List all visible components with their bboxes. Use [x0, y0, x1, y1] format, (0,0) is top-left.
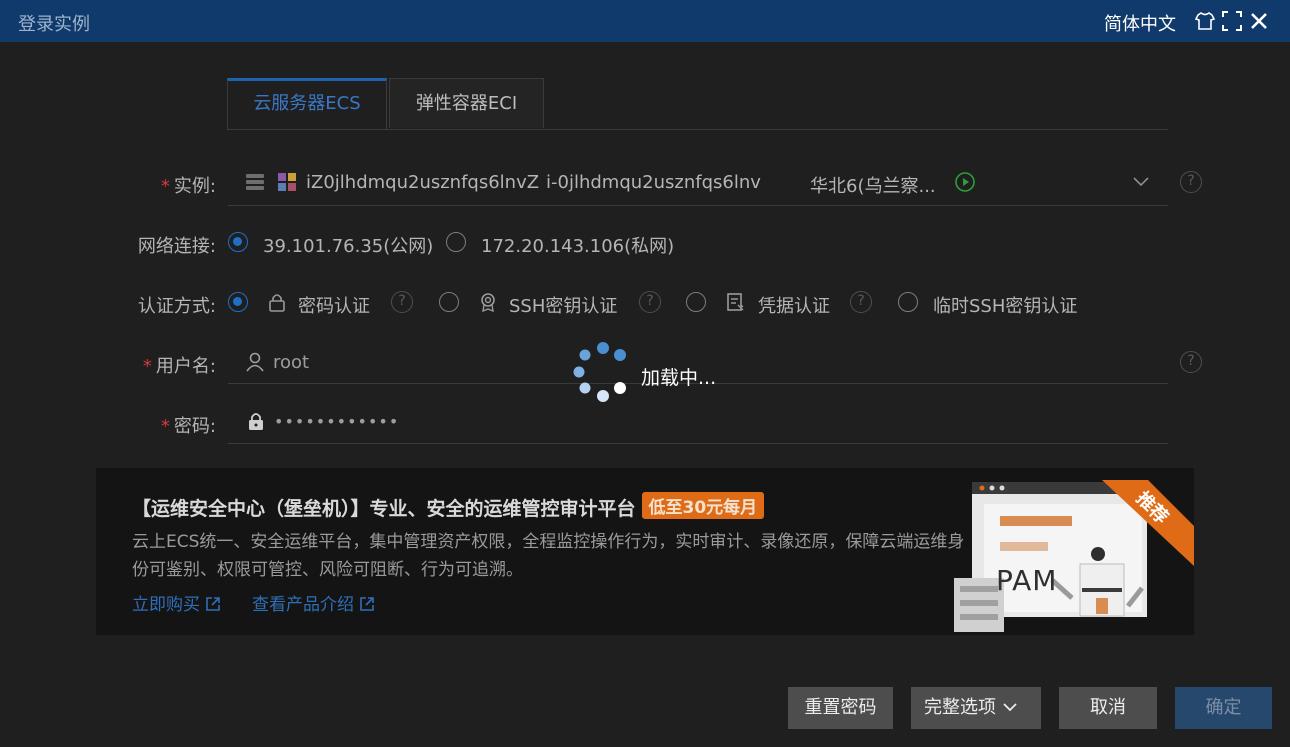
- network-label: 网络连接:: [137, 236, 216, 257]
- window-title: 登录实例: [18, 14, 90, 35]
- radio-password-auth[interactable]: [228, 292, 248, 312]
- os-logo-icon: [278, 173, 296, 191]
- radio-ssh-key-auth[interactable]: [439, 292, 459, 312]
- credential-auth-option[interactable]: 凭据认证: [758, 292, 830, 318]
- radio-temp-ssh-auth[interactable]: [898, 292, 918, 312]
- temp-ssh-auth-option[interactable]: 临时SSH密钥认证: [933, 292, 1077, 318]
- cancel-button[interactable]: 取消: [1059, 687, 1157, 729]
- bastion-promo-banner: 【运维安全中心（堡垒机）】专业、安全的运维管控审计平台 低至30元每月 云上ECS…: [96, 468, 1194, 635]
- price-tag: 低至30元每月: [641, 492, 765, 519]
- radio-public-network[interactable]: [228, 232, 248, 252]
- external-link-icon: [360, 597, 375, 611]
- close-icon[interactable]: [1248, 10, 1270, 32]
- private-ip-option[interactable]: 172.20.143.106(私网): [481, 232, 674, 258]
- instance-name: iZ0jlhdmqu2usznfqs6lnvZ: [306, 172, 540, 193]
- instance-select[interactable]: iZ0jlhdmqu2usznfqs6lnvZ i-0jlhdmqu2usznf…: [230, 160, 1168, 204]
- user-icon: [246, 352, 264, 372]
- instance-label: * 实例:: [160, 176, 216, 197]
- confirm-button[interactable]: 确定: [1175, 687, 1272, 729]
- instance-help-icon[interactable]: ?: [1180, 171, 1202, 193]
- username-input[interactable]: root: [273, 352, 309, 373]
- banner-description: 云上ECS统一、安全运维平台，集中管理资产权限，全程监控操作行为，实时审计、录像…: [132, 532, 965, 580]
- full-options-button[interactable]: 完整选项: [911, 687, 1041, 729]
- chevron-down-icon[interactable]: [1132, 174, 1150, 188]
- password-underline: [228, 443, 1168, 444]
- auth-label: 认证方式:: [137, 296, 216, 317]
- credential-help-icon[interactable]: ?: [850, 291, 872, 313]
- instance-underline: [228, 205, 1168, 206]
- running-status-icon: [955, 172, 975, 192]
- theme-shirt-icon[interactable]: [1194, 10, 1216, 32]
- password-input[interactable]: ••••••••••••: [274, 412, 399, 431]
- password-auth-help-icon[interactable]: ?: [391, 291, 413, 313]
- instance-id: i-0jlhdmqu2usznfqs6lnv: [546, 172, 761, 193]
- credential-icon: [727, 293, 744, 311]
- product-intro-link[interactable]: 查看产品介绍: [252, 590, 375, 615]
- password-lock-icon: [249, 413, 263, 430]
- chevron-down-icon: [1003, 703, 1017, 712]
- instance-region: 华北6(乌兰察...: [810, 176, 936, 197]
- tab-eci[interactable]: 弹性容器ECI: [389, 78, 544, 128]
- loading-text: 加载中...: [641, 367, 717, 389]
- radio-private-network[interactable]: [446, 232, 466, 252]
- banner-title: 【运维安全中心（堡垒机）】专业、安全的运维管控审计平台 低至30元每月: [132, 492, 765, 521]
- lock-icon: [269, 294, 285, 312]
- tab-ecs[interactable]: 云服务器ECS: [227, 78, 387, 129]
- ssh-key-badge-icon: [481, 293, 495, 312]
- external-link-icon: [206, 597, 221, 611]
- pam-illustration: PAM 推荐: [952, 480, 1194, 635]
- title-bar: 登录实例 简体中文: [0, 0, 1290, 42]
- username-label: * 用户名:: [142, 356, 216, 377]
- password-auth-option[interactable]: 密码认证: [298, 292, 370, 318]
- radio-credential-auth[interactable]: [686, 292, 706, 312]
- reset-password-button[interactable]: 重置密码: [788, 687, 893, 729]
- ssh-key-help-icon[interactable]: ?: [639, 291, 661, 313]
- server-icon: [246, 174, 264, 190]
- ssh-key-auth-option[interactable]: SSH密钥认证: [509, 292, 617, 318]
- fullscreen-icon[interactable]: [1221, 10, 1243, 32]
- loading-spinner-icon: [573, 342, 626, 402]
- password-label: * 密码:: [160, 416, 216, 437]
- buy-now-link[interactable]: 立即购买: [132, 590, 221, 615]
- public-ip-option[interactable]: 39.101.76.35(公网): [263, 232, 433, 258]
- pam-text: PAM: [996, 564, 1058, 597]
- language-switch[interactable]: 简体中文: [1104, 10, 1176, 36]
- username-help-icon[interactable]: ?: [1180, 351, 1202, 373]
- tab-bar: 云服务器ECS 弹性容器ECI: [227, 78, 1168, 130]
